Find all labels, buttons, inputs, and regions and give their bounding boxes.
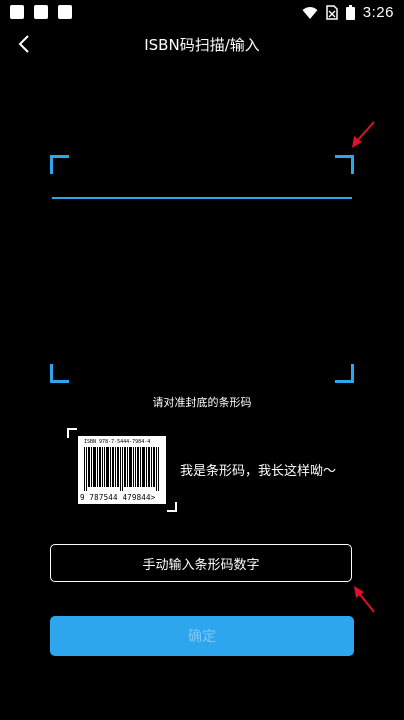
viewfinder-corner	[335, 155, 354, 174]
isbn-mini-text: ISBN 978-7-5444-7984-4	[84, 439, 151, 445]
manual-input-button[interactable]: 手动输入条形码数字	[50, 544, 352, 582]
viewfinder-corner	[50, 155, 69, 174]
notification-icon	[34, 5, 48, 19]
wifi-icon	[302, 6, 318, 20]
barcode-bars	[84, 447, 159, 491]
battery-icon	[345, 5, 355, 20]
notification-icon	[10, 5, 24, 19]
example-corner	[67, 428, 77, 438]
no-sim-icon	[326, 5, 338, 20]
viewfinder-corner	[50, 364, 69, 383]
annotation-arrow-icon	[354, 586, 375, 613]
status-bar: 3:26	[0, 0, 404, 26]
viewfinder-corner	[335, 364, 354, 383]
barcode-example: ISBN 978-7-5444-7984-4 9 787544 479844>	[67, 428, 177, 512]
confirm-button[interactable]: 确定	[50, 616, 354, 656]
scan-hint: 请对准封底的条形码	[152, 396, 252, 409]
example-corner	[167, 502, 177, 512]
barcode-digits: 9 787544 479844>	[80, 493, 156, 502]
scan-viewfinder	[50, 155, 354, 383]
annotation-arrow-icon	[352, 121, 375, 148]
notification-icon	[58, 5, 72, 19]
barcode-image: ISBN 978-7-5444-7984-4 9 787544 479844>	[78, 436, 166, 504]
scan-line	[52, 197, 352, 199]
status-time: 3:26	[362, 4, 394, 21]
page-title: ISBN码扫描/输入	[144, 36, 260, 54]
app-bar: ISBN码扫描/输入	[0, 26, 404, 66]
barcode-example-caption: 我是条形码，我长这样呦～	[180, 464, 337, 479]
